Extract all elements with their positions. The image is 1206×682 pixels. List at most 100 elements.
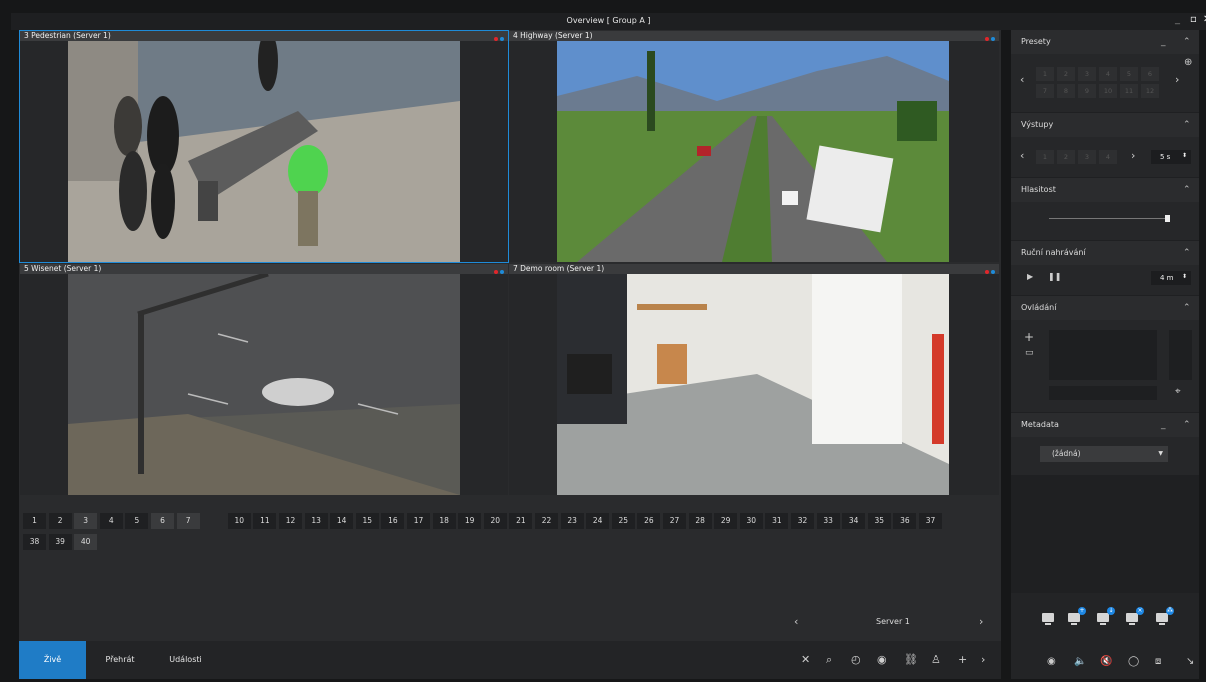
preset-cell[interactable]: 10 <box>1099 84 1117 98</box>
section-outputs-header[interactable]: Výstupy ⌃ <box>1011 113 1199 137</box>
ptz-pad[interactable] <box>1049 330 1157 380</box>
layout-button[interactable]: 26 <box>637 513 661 529</box>
volume-slider-track[interactable] <box>1049 218 1169 219</box>
layout-button[interactable]: 3 <box>74 513 98 529</box>
section-presets-header[interactable]: Presety _ ⌃ <box>1011 30 1199 54</box>
chevron-up-icon[interactable]: ⌃ <box>1183 178 1191 202</box>
preset-cell[interactable]: 9 <box>1078 84 1096 98</box>
layout-button[interactable]: 16 <box>381 513 405 529</box>
fullscreen-icon[interactable]: ⧈ <box>1155 656 1161 667</box>
metadata-select[interactable]: (žádná) ▼ <box>1040 446 1168 462</box>
layout-button[interactable]: 27 <box>663 513 686 529</box>
layout-button[interactable]: 28 <box>688 513 712 529</box>
server-next-button[interactable]: › <box>979 615 983 628</box>
chevron-up-icon[interactable]: ⌃ <box>1183 413 1191 437</box>
stepper-arrows-icon[interactable]: ⬍ <box>1182 270 1187 284</box>
tab-live[interactable]: Živě <box>19 641 86 679</box>
layout-button[interactable]: 37 <box>919 513 942 529</box>
monitor-network-icon[interactable]: ⁂ <box>1156 607 1174 625</box>
play-icon[interactable]: ▶ <box>1027 272 1033 281</box>
preset-cell[interactable]: 6 <box>1141 67 1159 81</box>
layout-button[interactable]: 11 <box>253 513 277 529</box>
preset-cell[interactable]: 7 <box>1036 84 1054 98</box>
layout-button[interactable]: 13 <box>304 513 328 529</box>
close-icon[interactable]: ✕ <box>801 653 810 666</box>
record-icon[interactable]: ◉ <box>877 653 887 666</box>
layout-button[interactable]: 36 <box>893 513 917 529</box>
video-tile-highway[interactable]: 4 Highway (Server 1) <box>509 31 999 262</box>
preset-cell[interactable]: 5 <box>1120 67 1138 81</box>
output-cell[interactable]: 2 <box>1057 150 1075 164</box>
minimize-icon[interactable]: _ <box>1161 30 1166 54</box>
preset-cell[interactable]: 12 <box>1141 84 1159 98</box>
resize-corner-icon[interactable]: ↘ <box>1186 656 1194 667</box>
preset-cell[interactable]: 8 <box>1057 84 1075 98</box>
output-cell[interactable]: 4 <box>1099 150 1117 164</box>
add-preset-icon[interactable]: ⊕ <box>1184 57 1192 68</box>
preset-cell[interactable]: 4 <box>1099 67 1117 81</box>
tab-playback[interactable]: Přehrát <box>86 641 154 679</box>
layout-button[interactable]: 40 <box>74 534 98 550</box>
mute-icon[interactable]: 🔇 <box>1100 656 1112 667</box>
preset-cell[interactable]: 2 <box>1057 67 1075 81</box>
chevron-up-icon[interactable]: ⌃ <box>1183 30 1191 54</box>
section-manual-recording-header[interactable]: Ruční nahrávání ⌃ <box>1011 241 1199 265</box>
layout-button[interactable]: 39 <box>48 534 72 550</box>
section-volume-header[interactable]: Hlasitost ⌃ <box>1011 178 1199 202</box>
pause-icon[interactable]: ❚❚ <box>1048 272 1061 281</box>
video-tile-wisenet[interactable]: 5 Wisenet (Server 1) <box>20 264 508 495</box>
video-tile-demo-room[interactable]: 7 Demo room (Server 1) <box>509 264 999 495</box>
link-icon[interactable]: ⛓ <box>904 653 918 666</box>
layout-button[interactable]: 4 <box>99 513 123 529</box>
layout-button[interactable]: 33 <box>816 513 840 529</box>
ptz-zoom-bar[interactable] <box>1169 330 1192 380</box>
monitor-add-icon[interactable]: + <box>1068 607 1086 625</box>
layout-button[interactable]: 12 <box>279 513 302 529</box>
plus-icon[interactable]: + <box>958 653 967 666</box>
minimize-icon[interactable]: _ <box>1161 413 1166 437</box>
layout-button[interactable]: 25 <box>611 513 635 529</box>
video-tile-pedestrian[interactable]: 3 Pedestrian (Server 1) <box>19 30 509 263</box>
preset-cell[interactable]: 1 <box>1036 67 1054 81</box>
user-icon[interactable]: ♙ <box>931 653 941 666</box>
layout-button[interactable]: 2 <box>48 513 72 529</box>
preset-cell[interactable]: 11 <box>1120 84 1138 98</box>
clock-icon[interactable]: ◴ <box>851 653 861 666</box>
layout-button[interactable]: 35 <box>867 513 891 529</box>
layout-button[interactable]: 5 <box>125 513 149 529</box>
search-icon[interactable]: ⌕ <box>826 653 832 667</box>
chevron-up-icon[interactable]: ⌃ <box>1183 241 1191 265</box>
layout-button[interactable]: 23 <box>560 513 584 529</box>
speaker-icon[interactable]: 🔈 <box>1074 656 1086 667</box>
chevron-right-icon[interactable]: › <box>981 653 985 666</box>
server-prev-button[interactable]: ‹ <box>794 615 798 628</box>
recording-duration-stepper[interactable]: 4 m ⬍ <box>1151 271 1191 285</box>
layout-button[interactable]: 18 <box>432 513 456 529</box>
preset-cell[interactable]: 3 <box>1078 67 1096 81</box>
layout-button[interactable]: 29 <box>714 513 738 529</box>
layout-button[interactable]: 34 <box>842 513 866 529</box>
output-cell[interactable]: 3 <box>1078 150 1096 164</box>
layout-button[interactable]: 31 <box>765 513 789 529</box>
layout-button[interactable]: 38 <box>23 534 46 550</box>
outputs-next-button[interactable]: › <box>1131 149 1135 162</box>
layout-button[interactable]: 15 <box>355 513 379 529</box>
record-icon[interactable]: ◉ <box>1047 656 1056 667</box>
layout-button[interactable]: 14 <box>330 513 354 529</box>
ptz-focus-bar[interactable] <box>1049 386 1157 400</box>
layout-button[interactable]: 32 <box>791 513 814 529</box>
monitor-icon[interactable] <box>1042 613 1054 625</box>
stepper-arrows-icon[interactable]: ⬍ <box>1182 149 1187 163</box>
chat-bubble-icon[interactable]: ◯ <box>1128 656 1139 667</box>
presets-prev-button[interactable]: ‹ <box>1020 73 1024 86</box>
volume-slider-handle[interactable] <box>1164 215 1170 222</box>
layout-button[interactable]: 30 <box>739 513 763 529</box>
output-interval-stepper[interactable]: 5 s ⬍ <box>1151 150 1191 164</box>
layout-button[interactable]: 24 <box>586 513 610 529</box>
monitor-remove-icon[interactable]: × <box>1126 607 1144 625</box>
layout-button[interactable]: 22 <box>535 513 558 529</box>
section-metadata-header[interactable]: Metadata _ ⌃ <box>1011 413 1199 437</box>
layout-button[interactable]: 19 <box>458 513 482 529</box>
chevron-up-icon[interactable]: ⌃ <box>1183 296 1191 320</box>
monitor-download-icon[interactable]: ↓ <box>1097 607 1115 625</box>
